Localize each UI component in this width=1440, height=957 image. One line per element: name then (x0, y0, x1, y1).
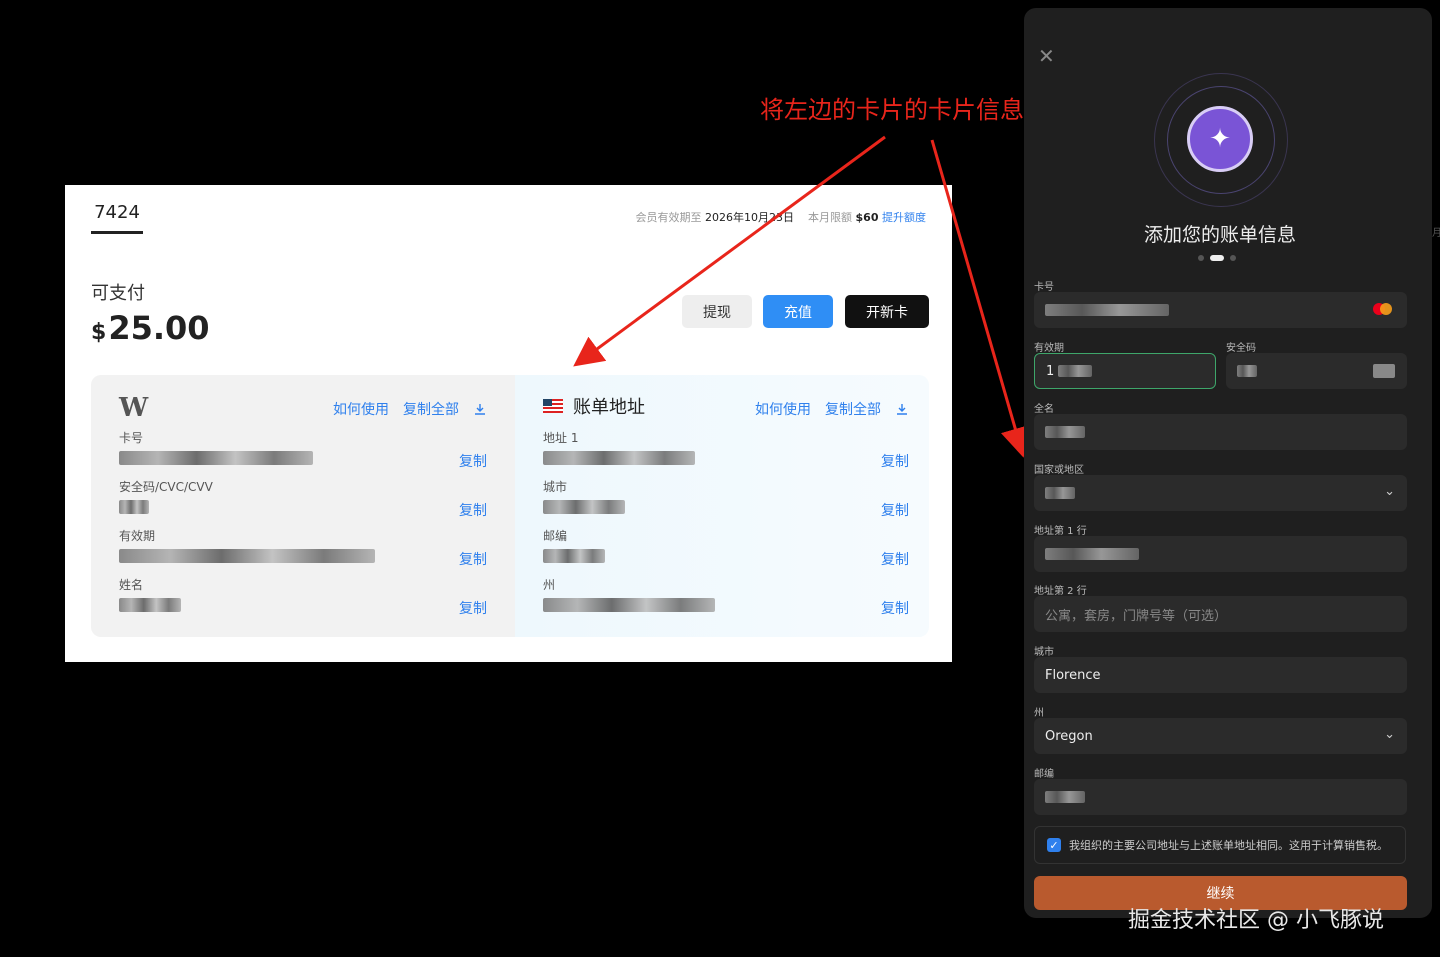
country-select[interactable]: ⌄ (1034, 475, 1407, 511)
cvc-card-icon (1373, 364, 1395, 378)
mastercard-icon (1373, 303, 1393, 315)
card-number-label: 卡号 (1034, 282, 1054, 293)
cvc-input[interactable] (1226, 353, 1407, 389)
expiry-masked (1058, 365, 1093, 377)
country-label: 国家或地区 (1034, 465, 1084, 476)
full-name-input[interactable] (1034, 414, 1407, 450)
expiry-value: 1 (1046, 363, 1055, 379)
edge-fragment: 月 (1432, 228, 1440, 239)
address2-placeholder: 公寓，套房，门牌号等（可选） (1045, 608, 1228, 624)
sparkle-icon: ✦ (1187, 106, 1253, 172)
zip-masked (1045, 791, 1085, 803)
step-dot (1198, 255, 1204, 261)
card-number-input[interactable] (1034, 292, 1407, 328)
arrow-to-card-info (573, 135, 886, 367)
form-title: 添加您的账单信息 (1143, 224, 1296, 246)
city-value: Florence (1045, 667, 1101, 683)
same-address-row[interactable]: ✓ 我组织的主要公司地址与上述账单地址相同。这用于计算销售税。 (1034, 826, 1406, 864)
state-select[interactable]: Oregon ⌄ (1034, 718, 1407, 754)
cvc-masked (1237, 365, 1257, 377)
zip-input[interactable] (1034, 779, 1407, 815)
chevron-down-icon: ⌄ (1384, 484, 1395, 499)
address1-label: 地址第 1 行 (1034, 526, 1087, 537)
address1-masked (1045, 548, 1139, 560)
chevron-down-icon: ⌄ (1384, 727, 1395, 742)
step-dot-active (1210, 255, 1224, 261)
name-label: 全名 (1034, 404, 1054, 415)
arrow-to-form (930, 139, 1030, 458)
close-icon[interactable]: ✕ (1038, 44, 1055, 68)
same-address-text: 我组织的主要公司地址与上述账单地址相同。这用于计算销售税。 (1069, 839, 1388, 852)
watermark: 掘金技术社区 @ 小飞豚说 (1128, 908, 1384, 933)
step-dot (1230, 255, 1236, 261)
state-value: Oregon (1045, 728, 1093, 744)
step-dots (1198, 255, 1236, 261)
zip-label: 邮编 (1034, 769, 1054, 780)
card-number-masked (1045, 304, 1169, 316)
checkbox-checked-icon[interactable]: ✓ (1047, 838, 1061, 852)
address2-label: 地址第 2 行 (1034, 586, 1087, 597)
country-masked (1045, 487, 1075, 499)
city-input[interactable]: Florence (1034, 657, 1407, 693)
expiry-input[interactable]: 1 (1034, 353, 1216, 389)
expiry-label: 有效期 (1034, 343, 1064, 354)
state-label: 州 (1034, 708, 1044, 719)
address1-input[interactable] (1034, 536, 1407, 572)
cvc-label: 安全码 (1226, 343, 1256, 354)
city-label: 城市 (1034, 647, 1054, 658)
billing-form-panel: ✕ ✦ 添加您的账单信息 卡号 有效期 1 安全码 全名 国家或地区 ⌄ 地址第… (1024, 8, 1432, 918)
address2-input[interactable]: 公寓，套房，门牌号等（可选） (1034, 596, 1407, 632)
name-masked (1045, 426, 1085, 438)
